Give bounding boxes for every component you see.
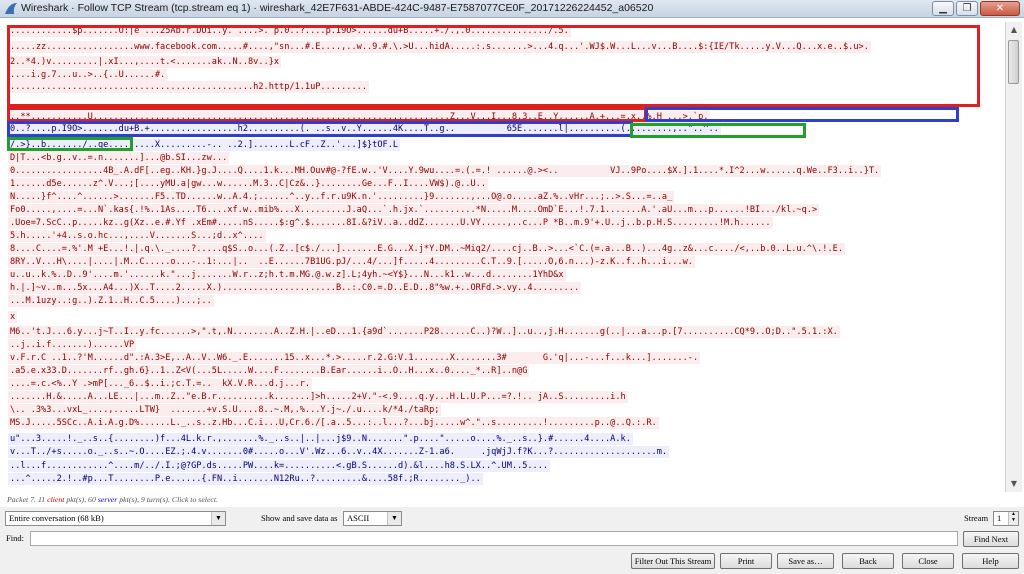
spin-arrows-icon[interactable]: ▲ ▼	[1008, 512, 1018, 525]
stream-line-client[interactable]: Fo0.....,....=...N`.kas{.!%..1As....T6..…	[8, 204, 820, 216]
stream-line-client[interactable]: .......H.&.....A...LE...|...m..Z.."e.B.r…	[8, 391, 628, 403]
wireshark-fin-icon	[5, 3, 17, 14]
show-save-label: Show and save data as	[261, 513, 338, 523]
stream-line-server[interactable]: ..l...f............^....m/../.I.;@?GP.ds…	[8, 460, 551, 472]
stream-line-server[interactable]: ...^.....2.!..#p...T........P.e......{.F…	[8, 473, 483, 485]
stream-line-client[interactable]: 2..*4.)v.........|.xI...,....t.<.......a…	[8, 56, 282, 68]
stream-line-client[interactable]: 5.h.....'+4..s.o.hc...,....V.......S...;…	[8, 230, 266, 242]
summary-server-label: server	[97, 495, 118, 504]
stream-line-client[interactable]: N.....}f^....^......>.......F5..TD......…	[8, 191, 675, 203]
format-select[interactable]: ASCII ▼	[343, 511, 402, 526]
scrollbar-thumb[interactable]	[1008, 40, 1019, 84]
stream-line-client[interactable]: ...M.1uzy..:g..).Z.1..H..C.5....)...;..	[8, 295, 214, 307]
stream-text-view[interactable]: ............$p.......O:|e ...25Ab.r.DOi.…	[4, 22, 1004, 492]
stream-line-server[interactable]: 0..?....p.I9O>.......du+B.+.............…	[8, 123, 721, 135]
print-button[interactable]: Print	[720, 553, 772, 569]
stream-line-client[interactable]: ........................................…	[8, 81, 369, 93]
dialog-buttons: Filter Out This Stream Print Save as… Ba…	[0, 549, 1024, 574]
stream-line-client[interactable]: .....zz.................www.facebook.com…	[8, 41, 871, 53]
stream-line-client[interactable]: 1......d5e......z^.V...;[....yMU.a|gw...…	[8, 178, 488, 190]
close-button[interactable]: Close	[902, 553, 954, 569]
stream-line-client[interactable]: .Uoe=7.ScC..p.....kz..g(Xz..e.#.Yf .xEm#…	[8, 217, 773, 229]
window-controls: ▁ ❐ ✕	[932, 1, 1020, 16]
chevron-down-icon[interactable]: ▼	[211, 512, 225, 525]
find-row: Find: Find Next	[0, 529, 1024, 549]
stream-line-client[interactable]: 0.................4B_.A.dF[..eg..KH.}g.J…	[8, 165, 882, 177]
window-title: Wireshark · Follow TCP Stream (tcp.strea…	[21, 2, 654, 14]
close-window-button[interactable]: ✕	[980, 1, 1020, 16]
stream-line-client[interactable]: h.|.]~v..m...5x...A4...)X..T....2.....X.…	[8, 282, 582, 294]
find-label: Find:	[6, 533, 24, 543]
stream-number-value: 1	[997, 513, 1002, 523]
stream-line-client[interactable]: M6..'t.J...6.y...j~T..I..y.fc......>,".t…	[8, 326, 840, 338]
stream-line-client[interactable]: ..j..i.f.......)......VP	[8, 339, 137, 351]
stream-line-client[interactable]: ....i.g.7...u..>..{..U......#.	[8, 69, 168, 81]
back-button[interactable]: Back	[842, 553, 894, 569]
scroll-up-arrow-icon[interactable]: ▲	[1006, 22, 1022, 38]
stream-line-client[interactable]: v.F.r.C ..1..?'M......d".:A.3>E,..A..V..…	[8, 352, 701, 364]
stream-line-client[interactable]: .a5.e.x33.D.......rf..gh.6}..1..Z<V(...5…	[8, 365, 530, 377]
title-bar: Wireshark · Follow TCP Stream (tcp.strea…	[0, 0, 1024, 18]
find-next-button[interactable]: Find Next	[963, 531, 1019, 547]
stream-line-client[interactable]: 8....C....=.%'.M +E...!.|.q.\._....?....…	[8, 243, 845, 255]
stream-line-client[interactable]: 8RY..V...H\....|....|.M..C.....o...-..1:…	[8, 256, 695, 268]
stream-line-server[interactable]: /.>}..b......./..qe.........X.........-.…	[8, 139, 401, 151]
vertical-scrollbar[interactable]: ▲ ▼	[1005, 22, 1022, 492]
minimize-button[interactable]: ▁	[932, 1, 954, 16]
summary-mid: pkt(s), 60	[64, 495, 98, 504]
stream-line-client[interactable]: \.. .3%3...vxL_....,.....LTW} .......+v.…	[8, 404, 442, 416]
format-select-value: ASCII	[347, 513, 370, 523]
stream-number-spinbox[interactable]: 1 ▲ ▼	[993, 511, 1019, 526]
stream-line-client[interactable]: MS.J.....5SCc..A.i.A.g.D%......L._..s..z…	[8, 417, 659, 429]
save-as-button[interactable]: Save as…	[777, 553, 834, 569]
restore-button[interactable]: ❐	[956, 1, 978, 16]
stream-label: Stream	[964, 513, 989, 523]
stream-line-server[interactable]: v...T../+s.....o._..s..~.O....EZ.;.4.v..…	[8, 446, 670, 458]
find-input[interactable]	[30, 531, 958, 546]
chevron-down-icon[interactable]: ▼	[387, 512, 401, 525]
conversation-select[interactable]: Entire conversation (68 kB) ▼	[5, 511, 226, 526]
stream-line-client[interactable]: ..**...........U........................…	[8, 111, 711, 123]
stream-line-server[interactable]: u"...3.....!._..s..{........)f...4L.k.r.…	[8, 433, 633, 445]
stream-line-client[interactable]: u..u..k.%..D..9'....m.'......k."...j....…	[8, 269, 566, 281]
stream-line-client[interactable]: ....=.c.<%..Y .>mP[..._6..$..i.;c.T.=.. …	[8, 378, 313, 390]
summary-client-label: client	[47, 495, 65, 504]
stream-controls: Entire conversation (68 kB) ▼ Show and s…	[0, 507, 1024, 529]
conversation-select-value: Entire conversation (68 kB)	[9, 513, 104, 523]
summary-prefix: Packet 7. 11	[7, 495, 48, 504]
filter-out-stream-button[interactable]: Filter Out This Stream	[631, 553, 715, 569]
summary-suffix: pkt(s), 9 turn(s). Click to select.	[117, 495, 218, 504]
stream-line-client[interactable]: ............$p.......O:|e ...25Ab.r.DOi.…	[8, 25, 571, 37]
packet-summary: Packet 7. 11 client pkt(s), 60 server pk…	[7, 495, 218, 504]
stream-line-client[interactable]: x	[8, 311, 18, 323]
help-button[interactable]: Help	[962, 553, 1019, 569]
stream-line-client[interactable]: D|T...<b.g..v..=.n.......]...@b.SI...zw.…	[8, 152, 230, 164]
scroll-down-arrow-icon[interactable]: ▼	[1006, 476, 1022, 492]
